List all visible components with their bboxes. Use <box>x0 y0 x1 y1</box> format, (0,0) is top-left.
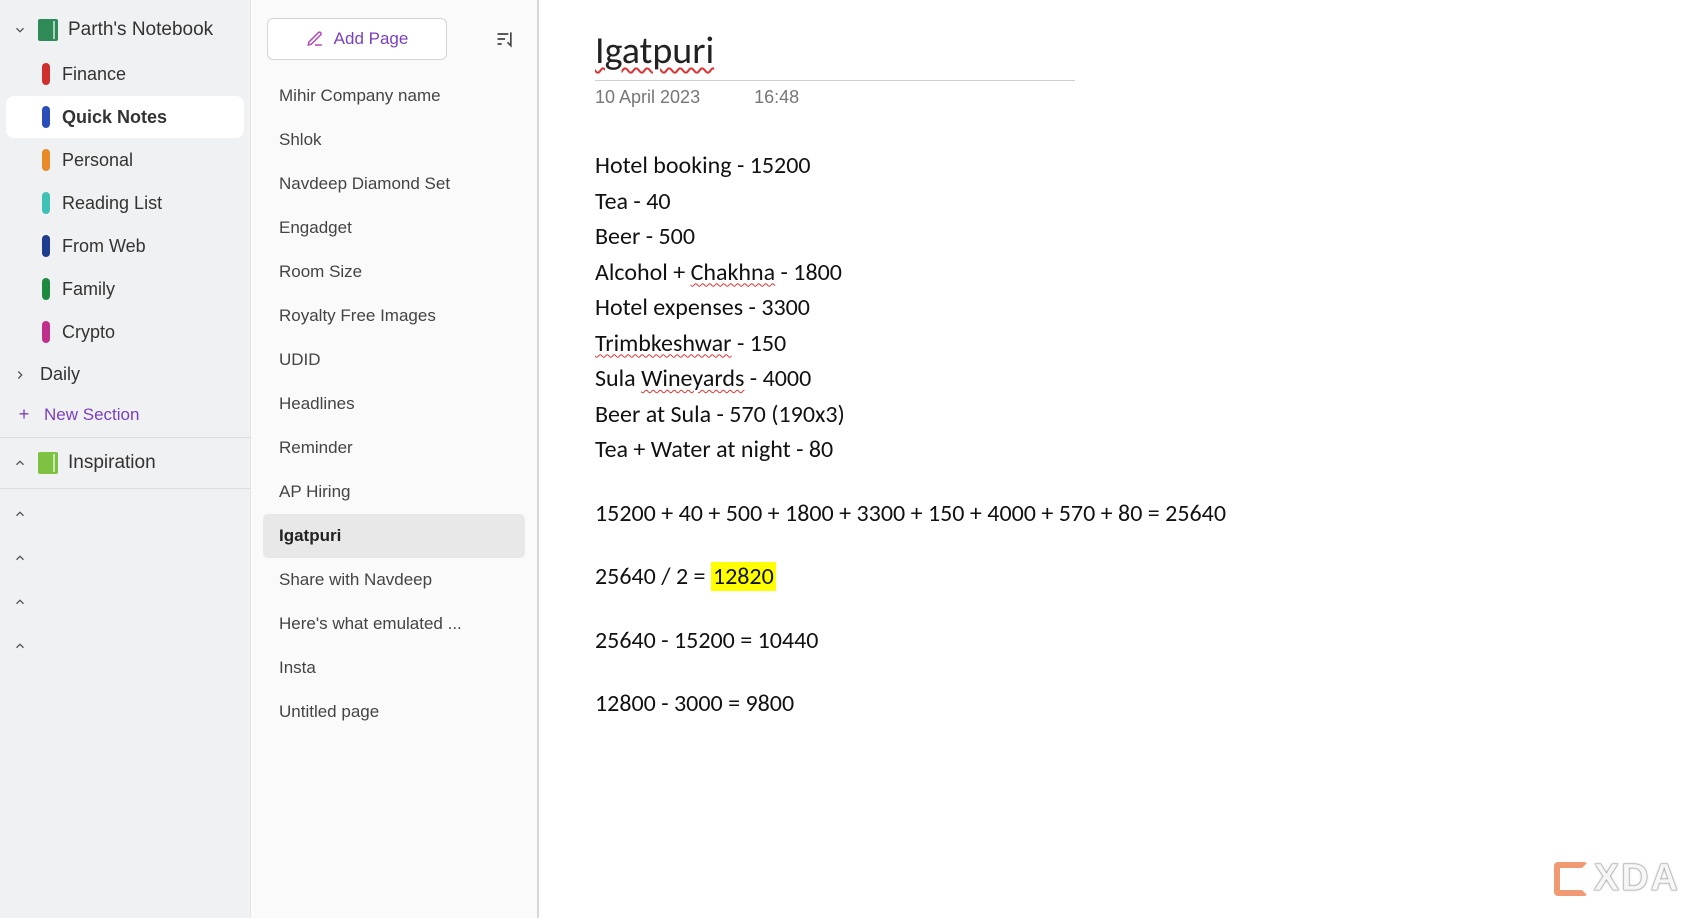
note-line[interactable]: Trimbkeshwar - 150 <box>595 326 1644 362</box>
page-item[interactable]: Navdeep Diamond Set <box>263 162 525 206</box>
page-item[interactable]: AP Hiring <box>263 470 525 514</box>
section-label: From Web <box>62 236 146 257</box>
add-page-label: Add Page <box>334 29 409 49</box>
new-section-button[interactable]: + New Section <box>0 396 250 433</box>
chevron-right-icon <box>12 507 28 521</box>
page-item[interactable]: Mihir Company name <box>263 74 525 118</box>
add-page-button[interactable]: Add Page <box>267 18 447 60</box>
notebook-inspiration[interactable]: Inspiration <box>6 442 244 484</box>
note-line[interactable]: Beer - 500 <box>595 219 1644 255</box>
note-line[interactable]: 25640 / 2 = 12820 <box>595 559 1644 595</box>
section-label: Finance <box>62 64 126 85</box>
watermark: XDA <box>1554 857 1680 900</box>
plus-icon: + <box>16 404 32 425</box>
highlighted-text[interactable]: 12820 <box>711 562 776 591</box>
note-line[interactable]: Tea + Water at night - 80 <box>595 432 1644 468</box>
sort-button[interactable] <box>489 23 521 55</box>
note-title[interactable]: Igatpuri <box>595 28 714 74</box>
page-item[interactable]: Igatpuri <box>263 514 525 558</box>
page-item[interactable]: Headlines <box>263 382 525 426</box>
divider <box>0 488 250 489</box>
page-item[interactable]: Shlok <box>263 118 525 162</box>
section-color-tag <box>42 106 50 128</box>
watermark-text: XDA <box>1594 857 1680 900</box>
notebook-icon <box>38 19 58 41</box>
new-section-label: New Section <box>44 405 139 425</box>
page-item[interactable]: Royalty Free Images <box>263 294 525 338</box>
section-daily[interactable]: Daily <box>6 354 244 395</box>
section-row[interactable]: Family <box>6 268 244 310</box>
spellcheck-word[interactable]: Chakhna <box>691 258 776 287</box>
notebook-icon <box>38 452 58 474</box>
divider <box>0 437 250 438</box>
page-item[interactable]: Insta <box>263 646 525 690</box>
chevron-right-icon <box>12 456 28 470</box>
section-row[interactable]: Finance <box>6 53 244 95</box>
page-item[interactable]: Engadget <box>263 206 525 250</box>
note-line[interactable]: Sula Wineyards - 4000 <box>595 361 1644 397</box>
notebook-collapsed[interactable] <box>6 625 244 667</box>
note-line[interactable]: Beer at Sula - 570 (190x3) <box>595 397 1644 433</box>
section-sidebar: Parth's Notebook Finance Quick Notes Perso… <box>0 0 250 918</box>
page-item[interactable]: Share with Navdeep <box>263 558 525 602</box>
section-row[interactable]: Reading List <box>6 182 244 224</box>
chevron-right-icon <box>12 639 28 653</box>
notebook-collapsed[interactable] <box>6 581 244 623</box>
notebook-collapsed[interactable] <box>6 493 244 535</box>
section-color-tag <box>42 192 50 214</box>
section-color-tag <box>42 321 50 343</box>
note-line[interactable]: 12800 - 3000 = 9800 <box>595 686 1644 722</box>
section-color-tag <box>42 278 50 300</box>
note-meta: 10 April 2023 16:48 <box>595 87 1644 108</box>
page-item[interactable]: UDID <box>263 338 525 382</box>
note-line[interactable]: Alcohol + Chakhna - 1800 <box>595 255 1644 291</box>
spellcheck-word[interactable]: Wineyards <box>641 364 744 393</box>
xda-logo-icon <box>1554 862 1588 896</box>
section-row[interactable]: Personal <box>6 139 244 181</box>
section-color-tag <box>42 63 50 85</box>
note-date: 10 April 2023 <box>595 87 700 108</box>
note-line[interactable]: Hotel booking - 15200 <box>595 148 1644 184</box>
chevron-right-icon <box>12 368 28 382</box>
page-item[interactable]: Reminder <box>263 426 525 470</box>
spellcheck-word[interactable]: Trimbkeshwar <box>595 329 732 358</box>
section-row[interactable]: Crypto <box>6 311 244 353</box>
section-row[interactable]: Quick Notes <box>6 96 244 138</box>
section-label: Personal <box>62 150 133 171</box>
page-list-pane: Add Page Mihir Company nameShlokNavdeep … <box>250 0 538 918</box>
chevron-right-icon <box>12 551 28 565</box>
section-label: Quick Notes <box>62 107 167 128</box>
page-item[interactable]: Untitled page <box>263 690 525 734</box>
chevron-down-icon <box>12 23 28 37</box>
section-label: Daily <box>40 364 80 385</box>
notebook-title: Parth's Notebook <box>68 19 213 41</box>
notebook-label: Inspiration <box>68 452 156 474</box>
section-label: Crypto <box>62 322 115 343</box>
notebook-row[interactable]: Parth's Notebook <box>6 9 244 51</box>
note-line[interactable]: 25640 - 15200 = 10440 <box>595 623 1644 659</box>
note-time: 16:48 <box>754 87 799 108</box>
note-line[interactable]: Tea - 40 <box>595 184 1644 220</box>
note-canvas[interactable]: Igatpuri 10 April 2023 16:48 Hotel booki… <box>538 0 1700 918</box>
note-line[interactable]: 15200 + 40 + 500 + 1800 + 3300 + 150 + 4… <box>595 496 1644 532</box>
new-page-icon <box>306 30 324 48</box>
note-line[interactable]: Hotel expenses - 3300 <box>595 290 1644 326</box>
sort-icon <box>495 29 515 49</box>
section-color-tag <box>42 149 50 171</box>
section-color-tag <box>42 235 50 257</box>
note-body[interactable]: Hotel booking - 15200Tea - 40Beer - 500A… <box>595 148 1644 722</box>
notebook-collapsed[interactable] <box>6 537 244 579</box>
page-item[interactable]: Room Size <box>263 250 525 294</box>
page-item[interactable]: Here's what emulated ... <box>263 602 525 646</box>
section-row[interactable]: From Web <box>6 225 244 267</box>
section-label: Reading List <box>62 193 162 214</box>
section-label: Family <box>62 279 115 300</box>
chevron-right-icon <box>12 595 28 609</box>
